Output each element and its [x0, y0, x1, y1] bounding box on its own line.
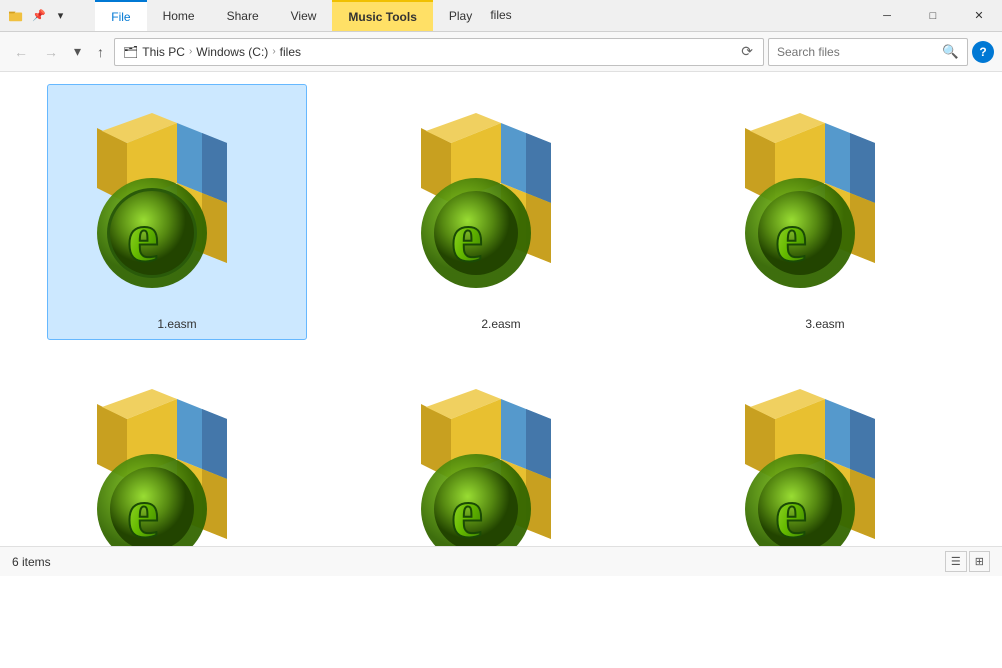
file-icon: e: [725, 93, 925, 313]
file-name: 3.easm: [805, 317, 844, 331]
address-bar[interactable]: 🗂 This PC › Windows (C:) › files ⟳: [114, 38, 764, 66]
up-button[interactable]: ↑: [91, 40, 110, 64]
tab-music-tools[interactable]: Music Tools: [332, 0, 432, 31]
file-icon: e: [77, 369, 277, 546]
file-item[interactable]: e: [371, 360, 631, 546]
tab-view[interactable]: View: [275, 0, 333, 31]
svg-text:e: e: [775, 473, 807, 546]
file-grid: e: [0, 72, 1002, 546]
search-button[interactable]: 🔍: [942, 44, 959, 60]
file-icon: e: [725, 369, 925, 546]
file-icon: e: [77, 93, 277, 313]
search-box: 🔍: [768, 38, 968, 66]
window-title: files: [490, 8, 511, 22]
status-bar: 6 items ☰ ⊞: [0, 546, 1002, 576]
back-button[interactable]: ←: [8, 40, 34, 64]
folder-icon-small: 🗂: [123, 45, 138, 59]
folder-icon: [8, 8, 24, 24]
search-input[interactable]: [777, 45, 938, 59]
title-bar: 📌 ▾ File Home Share View Music Tools Pla…: [0, 0, 1002, 32]
file-icon: e: [401, 93, 601, 313]
large-icon-view-button[interactable]: ⊞: [969, 551, 990, 572]
forward-button[interactable]: →: [38, 40, 64, 64]
file-item[interactable]: e: [371, 84, 631, 340]
close-button[interactable]: ✕: [956, 0, 1002, 32]
svg-text:e: e: [451, 197, 483, 277]
tab-play[interactable]: Play: [433, 0, 488, 31]
file-name: 2.easm: [481, 317, 520, 331]
quick-access-arrow[interactable]: ▾: [54, 7, 68, 24]
file-name: 1.easm: [157, 317, 196, 331]
minimize-button[interactable]: ─: [864, 0, 910, 32]
tab-share[interactable]: Share: [211, 0, 275, 31]
file-item[interactable]: e: [47, 360, 307, 546]
title-bar-left: 📌 ▾: [0, 0, 75, 31]
recent-button[interactable]: ▾: [68, 39, 87, 64]
file-item[interactable]: e: [695, 360, 955, 546]
maximize-button[interactable]: □: [910, 0, 956, 32]
nav-bar: ← → ▾ ↑ 🗂 This PC › Windows (C:) › files…: [0, 32, 1002, 72]
quick-access-pin[interactable]: 📌: [28, 7, 50, 24]
svg-text:e: e: [127, 197, 159, 277]
svg-text:e: e: [127, 473, 159, 546]
item-count: 6 items: [12, 555, 51, 569]
view-toggle: ☰ ⊞: [945, 551, 990, 572]
refresh-button[interactable]: ⟳: [739, 41, 755, 62]
help-button[interactable]: ?: [972, 41, 994, 63]
tab-home[interactable]: Home: [147, 0, 211, 31]
details-view-button[interactable]: ☰: [945, 551, 967, 572]
svg-text:e: e: [775, 197, 807, 277]
address-path: 🗂 This PC › Windows (C:) › files: [123, 45, 733, 59]
file-item[interactable]: e: [47, 84, 307, 340]
file-item[interactable]: e: [695, 84, 955, 340]
tab-file[interactable]: File: [95, 0, 146, 31]
window-controls: ─ □ ✕: [864, 0, 1002, 31]
svg-text:e: e: [451, 473, 483, 546]
ribbon-tabs: File Home Share View Music Tools Play: [95, 0, 488, 31]
file-icon: e: [401, 369, 601, 546]
